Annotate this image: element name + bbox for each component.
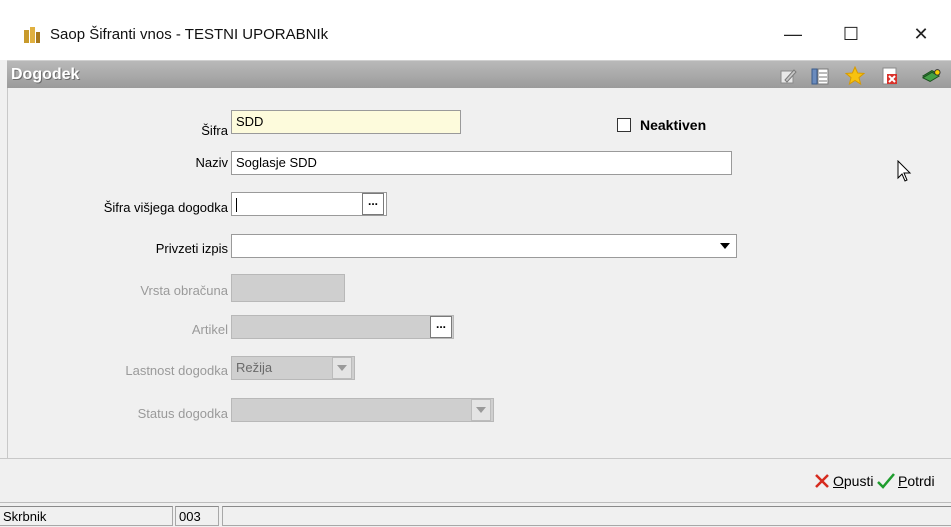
minimize-icon: —: [784, 23, 802, 44]
vrsta-obracuna-label: Vrsta obračuna: [140, 283, 228, 298]
maximize-icon: ☐: [842, 23, 860, 44]
privzeti-izpis-label: Privzeti izpis: [155, 241, 228, 256]
cancel-button[interactable]: Opusti: [814, 473, 873, 489]
privzeti-izpis-select[interactable]: [231, 234, 737, 258]
lastnost-dropdown: [332, 357, 352, 379]
sifra-visjega-lookup-button[interactable]: ...: [362, 193, 384, 215]
chevron-down-icon: [720, 243, 730, 249]
confirm-button[interactable]: Potrdi: [877, 473, 935, 489]
status-dropdown: [471, 399, 491, 421]
delete-record-icon[interactable]: [880, 66, 900, 86]
maximize-button[interactable]: ☐: [828, 14, 874, 54]
naziv-input[interactable]: Soglasje SDD: [231, 151, 732, 175]
app-icon: [24, 27, 40, 43]
window-title: Saop Šifranti vnos - TESTNI UPORABNIk: [50, 26, 329, 43]
cancel-x-icon: [815, 474, 829, 488]
checkmark-icon: [877, 473, 895, 489]
artikel-input: [231, 315, 454, 339]
status-user-label: Skrbnik: [0, 506, 173, 526]
naziv-label: Naziv: [195, 155, 228, 170]
status-bar: Skrbnik 003: [0, 502, 951, 527]
close-button[interactable]: ✕: [898, 14, 944, 54]
privzeti-izpis-dropdown[interactable]: [715, 235, 735, 257]
status-label: Status dogodka: [137, 406, 228, 421]
window-titlebar: Saop Šifranti vnos - TESTNI UPORABNIk — …: [0, 0, 951, 60]
neaktiven-label: Neaktiven: [640, 117, 707, 133]
record-form: Šifra SDD Neaktiven Naziv Soglasje SDD Š…: [7, 88, 951, 458]
sifra-label: Šifra: [201, 123, 228, 138]
status-select: [231, 398, 494, 422]
vrsta-obracuna-input: [231, 274, 345, 302]
section-header: Dogodek: [7, 60, 951, 88]
status-message: [222, 506, 951, 526]
artikel-lookup-button: ...: [430, 316, 452, 338]
mouse-cursor-icon: [897, 160, 912, 182]
columns-icon[interactable]: [810, 66, 830, 86]
minimize-button[interactable]: —: [770, 14, 816, 54]
books-icon[interactable]: [921, 66, 941, 86]
artikel-label: Artikel: [191, 322, 228, 337]
text-caret: [236, 197, 237, 212]
neaktiven-checkbox[interactable]: [617, 118, 631, 132]
chevron-down-icon: [337, 365, 347, 371]
section-title: Dogodek: [11, 66, 80, 83]
confirm-label: Potrdi: [898, 473, 935, 489]
sifra-input[interactable]: SDD: [231, 110, 461, 134]
lastnost-label: Lastnost dogodka: [125, 363, 228, 378]
chevron-down-icon: [476, 407, 486, 413]
edit-icon[interactable]: [778, 66, 798, 86]
action-bar: Opusti Potrdi: [0, 458, 951, 502]
favorite-star-icon[interactable]: [845, 66, 865, 86]
cancel-label: Opusti: [833, 473, 874, 489]
sifra-visjega-label: Šifra višjega dogodka: [103, 200, 228, 215]
close-icon: ✕: [913, 23, 929, 44]
status-user-code: 003: [175, 506, 219, 526]
